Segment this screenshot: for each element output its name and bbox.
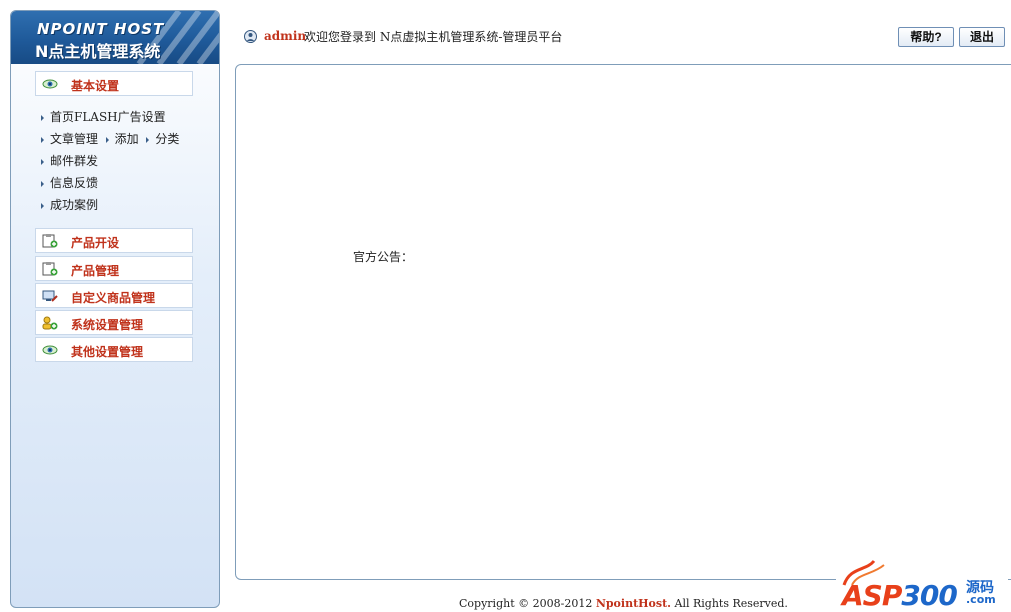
- subitem-article-category-label: 分类: [155, 132, 180, 146]
- menu-basic-settings-label: 基本设置: [71, 79, 120, 93]
- subitem-mass-mail-label: 邮件群发: [50, 154, 99, 168]
- logo-subtitle: N点主机管理系统: [35, 42, 161, 61]
- footer-copyright: Copyright © 2008-2012: [459, 597, 596, 610]
- subitem-flash-ad[interactable]: 首页FLASH广告设置: [41, 109, 166, 125]
- footer: Copyright © 2008-2012 NpointHost. All Ri…: [459, 597, 788, 610]
- menu-other-settings[interactable]: 其他设置管理: [35, 337, 193, 362]
- subitem-article-category[interactable]: 分类: [146, 132, 179, 146]
- bullet-arrow-icon: [105, 136, 109, 143]
- logout-button[interactable]: 退出: [959, 27, 1005, 47]
- watermark-asp: ASP: [842, 579, 902, 612]
- logo: NPOINT HOST N点主机管理系统: [11, 11, 219, 64]
- bullet-arrow-icon: [41, 114, 44, 121]
- eye-icon: [42, 345, 58, 355]
- footer-brand: NpointHost.: [595, 597, 671, 610]
- menu-product-manage[interactable]: 产品管理: [35, 256, 193, 281]
- watermark-com: .com: [966, 593, 996, 606]
- watermark-logo: ASP300 源码 .com: [836, 557, 1008, 612]
- footer-rights: All Rights Reserved.: [671, 597, 788, 610]
- logo-title: NPOINT HOST: [37, 20, 165, 38]
- help-button[interactable]: 帮助?: [898, 27, 954, 47]
- subitem-feedback-label: 信息反馈: [50, 176, 99, 190]
- subitem-cases-label: 成功案例: [50, 198, 99, 212]
- welcome-text: 欢迎您登录到 N点虚拟主机管理系统-管理员平台: [304, 30, 563, 44]
- bullet-arrow-icon: [41, 158, 44, 165]
- menu-product-manage-label: 产品管理: [71, 264, 120, 278]
- menu-basic-settings[interactable]: 基本设置: [35, 71, 193, 96]
- watermark-text: ASP300: [842, 579, 958, 612]
- menu-other-settings-label: 其他设置管理: [71, 345, 144, 359]
- clipboard-add-icon: [42, 262, 58, 276]
- menu-product-open[interactable]: 产品开设: [35, 228, 193, 253]
- subitem-cases[interactable]: 成功案例: [41, 197, 98, 213]
- subitem-mass-mail[interactable]: 邮件群发: [41, 153, 98, 169]
- sidebar: NPOINT HOST N点主机管理系统 基本设置 首页FLASH广告设置 文章…: [10, 10, 220, 608]
- bullet-arrow-icon: [41, 180, 44, 187]
- bullet-arrow-icon: [41, 202, 44, 209]
- clipboard-add-icon: [42, 234, 58, 248]
- admin-username: admin: [264, 29, 307, 43]
- watermark-number: 300: [901, 579, 957, 612]
- top-bar: admin 欢迎您登录到 N点虚拟主机管理系统-管理员平台 帮助? 退出: [232, 20, 1011, 56]
- subitem-feedback[interactable]: 信息反馈: [41, 175, 98, 191]
- subitem-article-add-label: 添加: [114, 132, 139, 146]
- menu-product-open-label: 产品开设: [71, 236, 120, 250]
- monitor-tools-icon: [42, 290, 58, 302]
- eye-icon: [42, 79, 58, 89]
- menu-custom-goods-label: 自定义商品管理: [71, 291, 156, 305]
- subitem-flash-ad-label: 首页FLASH广告设置: [50, 110, 166, 124]
- bullet-arrow-icon: [146, 136, 150, 143]
- subitem-article-manage[interactable]: 文章管理: [41, 132, 98, 146]
- main-content-panel: 官方公告：: [235, 64, 1011, 580]
- menu-custom-goods[interactable]: 自定义商品管理: [35, 283, 193, 308]
- subitem-article-add[interactable]: 添加: [105, 132, 139, 146]
- users-settings-icon: [42, 316, 58, 330]
- subitem-article-group: 文章管理 添加 分类: [41, 131, 179, 147]
- bullet-arrow-icon: [41, 136, 44, 143]
- official-notice-label: 官方公告：: [353, 250, 414, 264]
- menu-system-settings[interactable]: 系统设置管理: [35, 310, 193, 335]
- user-icon: [244, 30, 257, 43]
- menu-system-settings-label: 系统设置管理: [71, 318, 144, 332]
- subitem-article-manage-label: 文章管理: [50, 132, 99, 146]
